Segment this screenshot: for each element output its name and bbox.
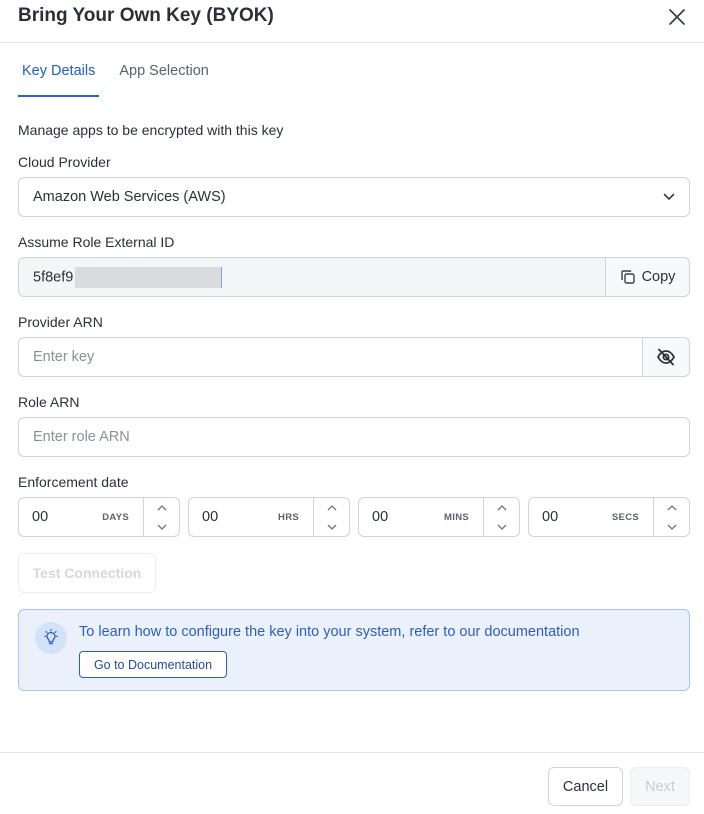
documentation-info-box: To learn how to configure the key into y… xyxy=(18,609,690,691)
close-button[interactable] xyxy=(664,4,690,30)
cloud-provider-select[interactable]: Amazon Web Services (AWS) xyxy=(18,177,690,217)
lightbulb-icon xyxy=(35,622,67,654)
minutes-value: 00 xyxy=(372,509,389,525)
chevron-up-icon xyxy=(327,504,336,510)
chevron-up-icon xyxy=(667,504,676,510)
chevron-down-icon xyxy=(327,524,336,530)
chevron-down-icon xyxy=(649,193,689,201)
cloud-provider-label: Cloud Provider xyxy=(18,154,111,170)
test-connection-button[interactable]: Test Connection xyxy=(18,553,156,593)
tab-key-details[interactable]: Key Details xyxy=(18,56,100,97)
dialog-header: Bring Your Own Key (BYOK) xyxy=(0,0,704,43)
chevron-up-icon xyxy=(497,504,506,510)
days-value: 00 xyxy=(32,509,49,525)
seconds-decrement-button[interactable] xyxy=(654,517,689,536)
provider-arn-input[interactable]: Enter key xyxy=(18,337,690,377)
seconds-unit: SECS xyxy=(611,511,639,523)
minutes-stepper-controls xyxy=(483,498,519,536)
external-id-label: Assume Role External ID xyxy=(18,234,175,250)
hours-stepper-controls xyxy=(313,498,349,536)
seconds-value: 00 xyxy=(542,509,559,525)
minutes-increment-button[interactable] xyxy=(484,498,519,517)
days-decrement-button[interactable] xyxy=(144,517,179,536)
provider-arn-placeholder: Enter key xyxy=(33,349,95,365)
copy-button[interactable]: Copy xyxy=(605,258,689,296)
hours-stepper[interactable]: 00 HRS xyxy=(188,497,350,537)
seconds-increment-button[interactable] xyxy=(654,498,689,517)
hours-value: 00 xyxy=(202,509,219,525)
toggle-visibility-button[interactable] xyxy=(642,338,689,376)
hours-increment-button[interactable] xyxy=(314,498,349,517)
role-arn-input[interactable]: Enter role ARN xyxy=(18,417,690,457)
go-to-documentation-button[interactable]: Go to Documentation xyxy=(79,651,227,678)
minutes-decrement-button[interactable] xyxy=(484,517,519,536)
provider-arn-label: Provider ARN xyxy=(18,314,103,330)
eye-off-icon xyxy=(656,348,676,366)
days-stepper-controls xyxy=(143,498,179,536)
days-unit: DAYS xyxy=(102,511,129,523)
dialog-footer: Cancel Next xyxy=(0,752,704,814)
tab-bar: Key Details App Selection xyxy=(18,56,213,97)
seconds-stepper-controls xyxy=(653,498,689,536)
tab-app-selection[interactable]: App Selection xyxy=(115,56,212,97)
dialog-title: Bring Your Own Key (BYOK) xyxy=(18,5,274,26)
close-icon xyxy=(669,9,685,25)
description-text: Manage apps to be encrypted with this ke… xyxy=(18,122,284,138)
external-id-field: 5f8ef9 Copy xyxy=(18,257,690,297)
chevron-down-icon xyxy=(157,524,166,530)
minutes-unit: MINS xyxy=(444,511,469,523)
chevron-down-icon xyxy=(497,524,506,530)
external-id-redacted xyxy=(75,266,223,288)
hours-decrement-button[interactable] xyxy=(314,517,349,536)
copy-label: Copy xyxy=(641,269,676,285)
seconds-stepper[interactable]: 00 SECS xyxy=(528,497,690,537)
documentation-info-text: To learn how to configure the key into y… xyxy=(79,624,580,640)
chevron-down-icon xyxy=(667,524,676,530)
chevron-up-icon xyxy=(157,504,166,510)
enforcement-date-label: Enforcement date xyxy=(18,474,129,490)
role-arn-label: Role ARN xyxy=(18,394,80,410)
role-arn-placeholder: Enter role ARN xyxy=(33,429,130,445)
days-stepper[interactable]: 00 DAYS xyxy=(18,497,180,537)
copy-icon xyxy=(620,270,635,284)
cancel-button[interactable]: Cancel xyxy=(548,767,623,806)
hours-unit: HRS xyxy=(278,511,299,523)
external-id-visible-text: 5f8ef9 xyxy=(33,268,74,285)
external-id-value: 5f8ef9 xyxy=(19,266,605,288)
minutes-stepper[interactable]: 00 MINS xyxy=(358,497,520,537)
next-button[interactable]: Next xyxy=(630,767,690,806)
cloud-provider-value: Amazon Web Services (AWS) xyxy=(33,189,226,205)
days-increment-button[interactable] xyxy=(144,498,179,517)
